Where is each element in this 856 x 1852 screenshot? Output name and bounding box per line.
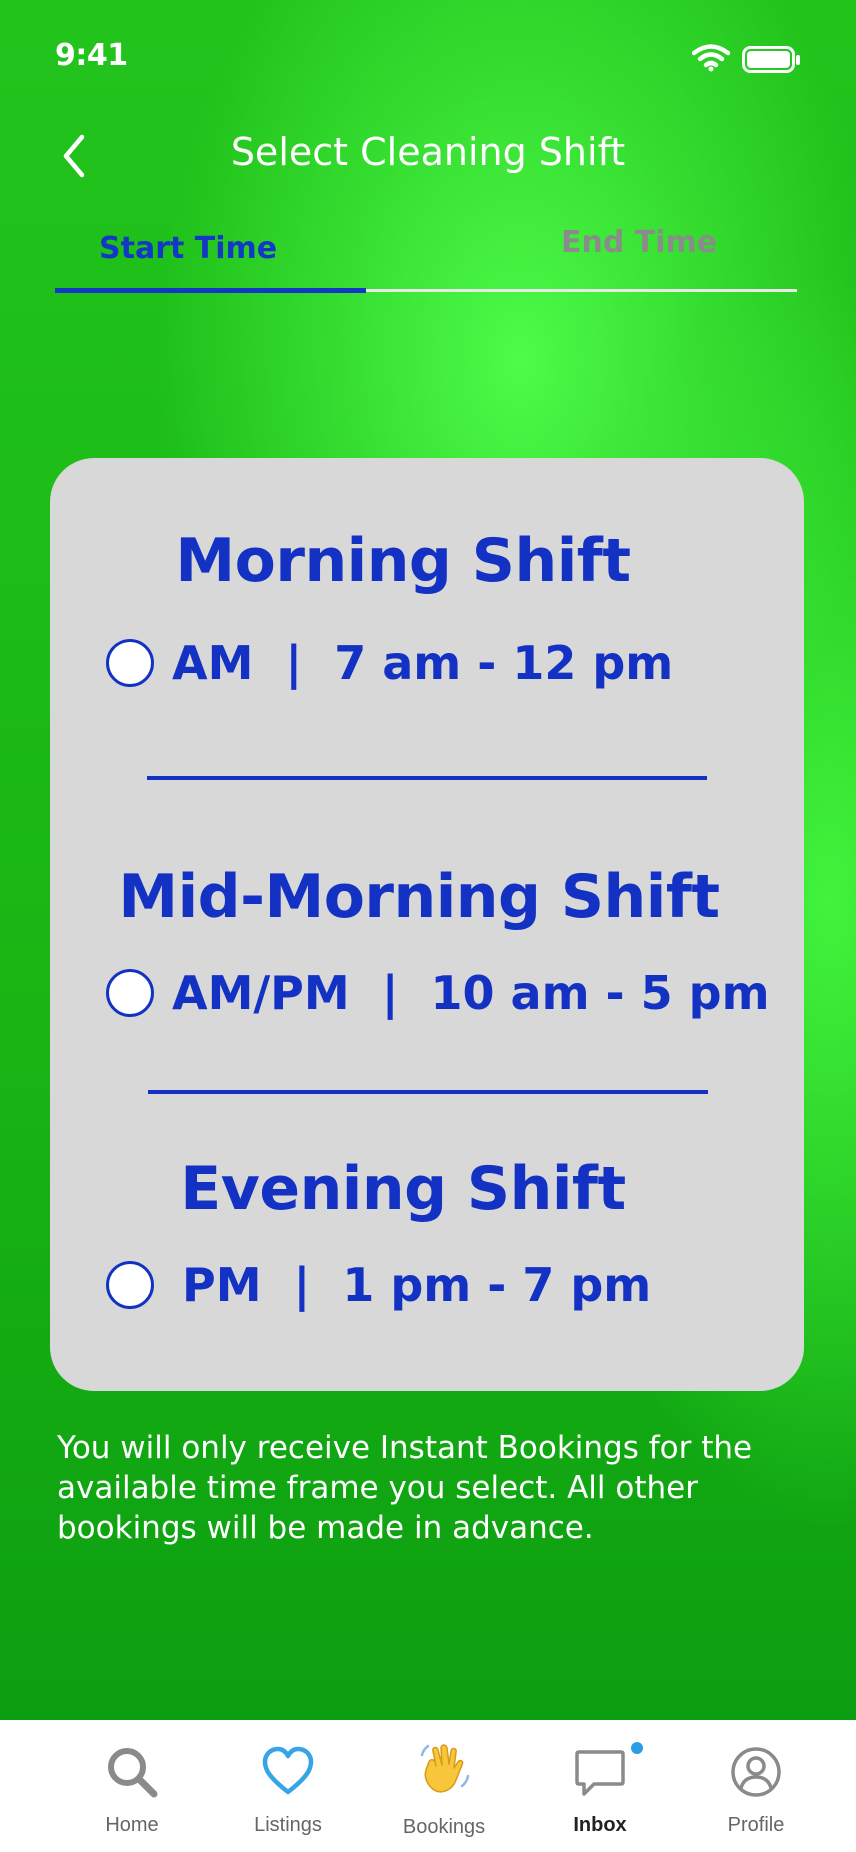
page-title: Select Cleaning Shift [230,130,626,174]
status-bar: 9:41 [0,0,856,110]
status-time: 9:41 [55,38,128,73]
battery-icon [742,46,800,73]
chat-bubble-icon [575,1750,625,1796]
divider [148,1090,708,1094]
nav-home-label: Home [105,1814,159,1836]
inbox-notification-badge [631,1742,643,1754]
time-tabs: Start Time End Time [55,225,797,295]
instant-booking-note: You will only receive Instant Bookings f… [57,1430,753,1546]
heart-icon [262,1746,314,1795]
evening-shift-label: PM | 1 pm - 7 pm [182,1258,652,1312]
mid-morning-shift-label: AM/PM | 10 am - 5 pm [172,966,770,1020]
nav-profile[interactable]: Profile [686,1720,826,1852]
divider [147,776,707,780]
user-circle-icon [731,1747,781,1797]
nav-bookings[interactable]: Bookings [374,1720,514,1852]
morning-shift-label: AM | 7 am - 12 pm [172,636,674,690]
mid-morning-shift-title: Mid-Morning Shift [118,862,720,932]
bottom-tab-bar: Home Listings Bookings Inbox Profile [0,1720,856,1852]
evening-shift-option[interactable]: PM | 1 pm - 7 pm [106,1258,651,1312]
morning-shift-radio[interactable] [106,639,154,687]
evening-shift-title: Evening Shift [180,1154,626,1224]
nav-home[interactable]: Home [62,1720,202,1852]
nav-profile-label: Profile [727,1814,785,1836]
shift-options-card: Morning Shift AM | 7 am - 12 pm Mid-Morn… [50,458,804,1391]
evening-shift-radio[interactable] [106,1261,154,1309]
morning-shift-option[interactable]: AM | 7 am - 12 pm [106,636,673,690]
mid-morning-shift-option[interactable]: AM/PM | 10 am - 5 pm [106,966,770,1020]
mid-morning-shift-radio[interactable] [106,969,154,1017]
nav-inbox[interactable]: Inbox [530,1720,670,1852]
nav-listings[interactable]: Listings [218,1720,358,1852]
nav-bookings-label: Bookings [402,1816,486,1838]
tab-start-time[interactable]: Start Time [99,231,277,266]
wifi-icon [692,44,730,72]
tab-end-time[interactable]: End Time [561,225,717,260]
waving-hand-icon [420,1744,470,1793]
tab-active-indicator [55,288,366,293]
morning-shift-title: Morning Shift [175,526,631,596]
search-icon [108,1748,158,1798]
nav-inbox-label: Inbox [573,1814,627,1836]
nav-listings-label: Listings [254,1814,322,1836]
